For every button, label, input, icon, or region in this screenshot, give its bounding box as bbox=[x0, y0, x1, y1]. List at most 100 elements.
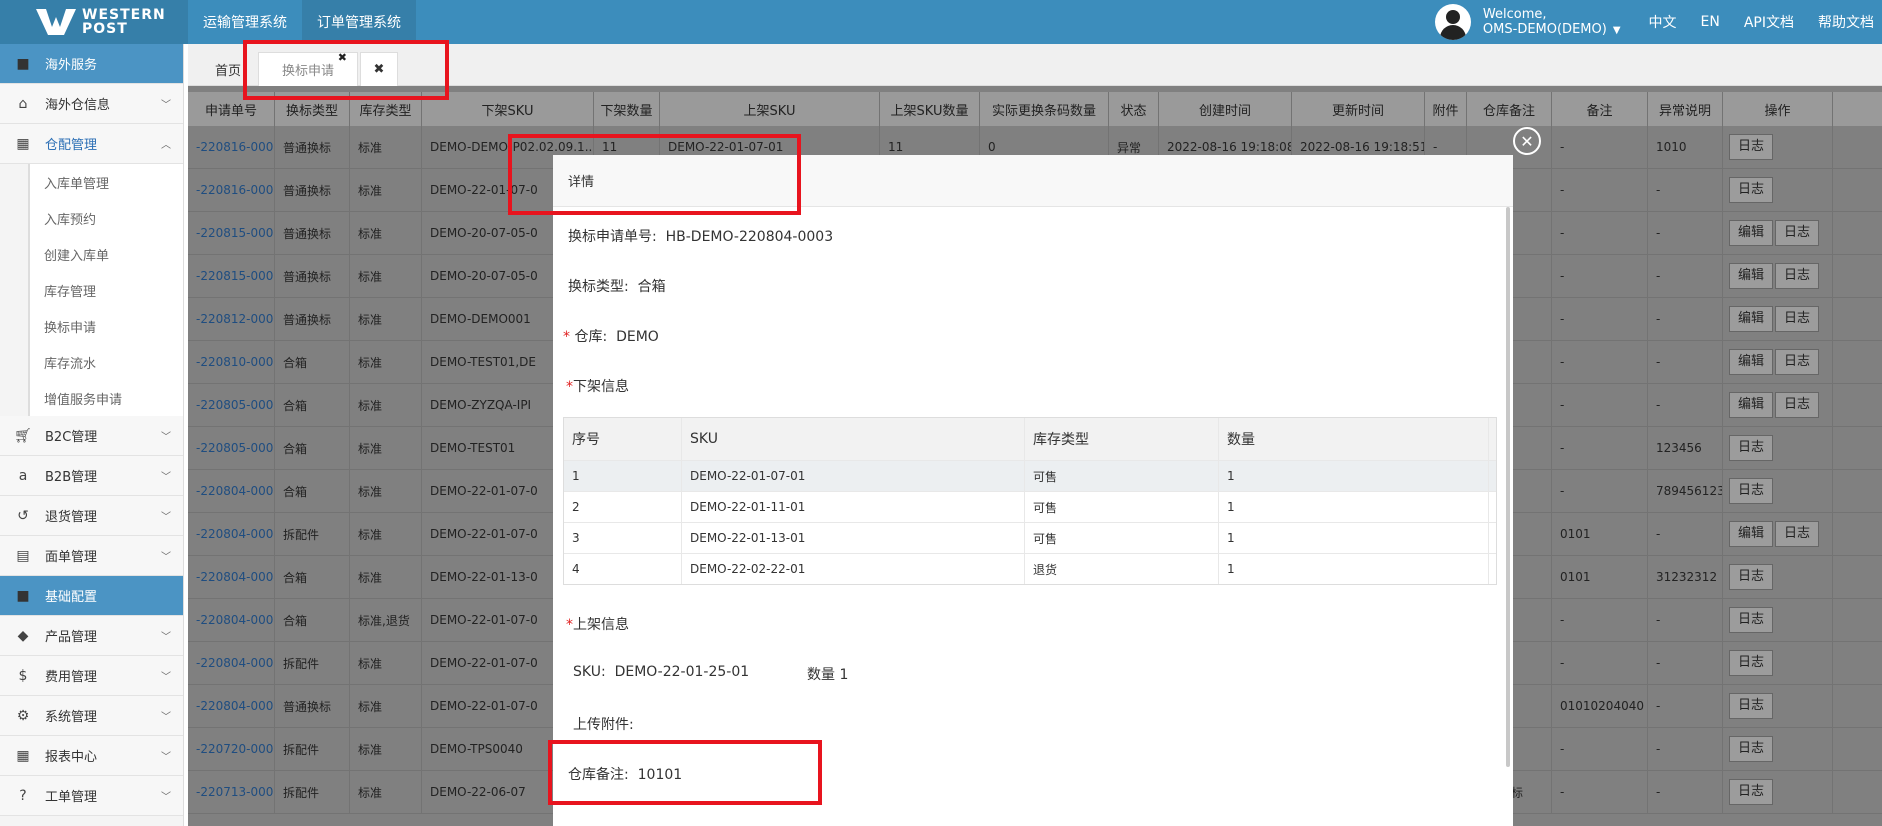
column-header: 上架SKU数量 bbox=[880, 92, 980, 126]
apply-no-link[interactable]: -220804-0002 bbox=[188, 642, 275, 684]
apply-no-link[interactable]: -220804-0005 bbox=[188, 513, 275, 555]
edit-button[interactable]: 编辑 bbox=[1729, 349, 1774, 375]
annotation-box-title bbox=[508, 134, 801, 215]
apply-no-link[interactable]: -220805-0001 bbox=[188, 427, 275, 469]
nav-transport[interactable]: 运输管理系统 bbox=[188, 0, 302, 44]
apply-no-link[interactable]: -220812-0001 bbox=[188, 298, 275, 340]
log-button[interactable]: 日志 bbox=[1729, 693, 1774, 719]
offshelf-column-header: SKU bbox=[682, 418, 1025, 460]
document-icon: ▤ bbox=[16, 547, 30, 564]
apply-no-link[interactable]: -220804-0006 bbox=[188, 470, 275, 512]
top-nav: 运输管理系统 订单管理系统 bbox=[188, 0, 416, 44]
sidebar-item-system[interactable]: ⚙ 系统管理 ﹀ bbox=[0, 696, 183, 736]
offshelf-row[interactable]: 2 DEMO-22-01-11-01 可售 1 bbox=[564, 491, 1496, 522]
table-cell: 0101 bbox=[1552, 513, 1648, 555]
modal-scrollbar[interactable] bbox=[1506, 207, 1510, 767]
apply-no-link[interactable]: -220713-0001 bbox=[188, 771, 275, 813]
logo[interactable]: WESTERN POST bbox=[0, 0, 188, 44]
sidebar-item-overseas-wh[interactable]: ⌂ 海外仓信息 ﹀ bbox=[0, 84, 183, 124]
sidebar-sub-inventory[interactable]: 库存管理 bbox=[28, 272, 183, 308]
table-cell: 日志 bbox=[1723, 771, 1833, 813]
log-button[interactable]: 日志 bbox=[1729, 650, 1774, 676]
logo-icon bbox=[36, 9, 76, 35]
edit-button[interactable]: 编辑 bbox=[1729, 521, 1774, 547]
edit-button[interactable]: 编辑 bbox=[1729, 263, 1774, 289]
sidebar-sub-value-added[interactable]: 增值服务申请 bbox=[28, 380, 183, 416]
sidebar-group-base-config[interactable]: ■ 基础配置 bbox=[0, 576, 183, 616]
home-icon: ⌂ bbox=[18, 95, 28, 112]
api-docs-link[interactable]: API文档 bbox=[1744, 12, 1794, 32]
log-button[interactable]: 日志 bbox=[1775, 521, 1820, 547]
sidebar-sub-inbound[interactable]: 入库单管理 bbox=[28, 164, 183, 200]
apply-no-link[interactable]: -220816-0002 bbox=[188, 126, 275, 168]
apply-no-link[interactable]: -220805-0002 bbox=[188, 384, 275, 426]
apply-no-link[interactable]: -220804-0001 bbox=[188, 685, 275, 727]
chevron-down-icon: ﹀ bbox=[161, 432, 171, 443]
detail-modal: 详情 换标申请单号: HB-DEMO-220804-0003 换标类型: 合箱 … bbox=[553, 155, 1513, 826]
lang-en-link[interactable]: EN bbox=[1701, 14, 1720, 30]
sidebar-item-tickets[interactable]: ? 工单管理 ﹀ bbox=[0, 776, 183, 816]
column-header: 上架SKU bbox=[660, 92, 880, 126]
offshelf-row[interactable]: 4 DEMO-22-02-22-01 退货 1 bbox=[564, 553, 1496, 584]
apply-no-link[interactable]: -220804-0003 bbox=[188, 599, 275, 641]
apply-no-link[interactable]: -220804-0004 bbox=[188, 556, 275, 598]
sidebar-sub-flow[interactable]: 库存流水 bbox=[28, 344, 183, 380]
table-cell: - bbox=[1648, 298, 1723, 340]
nav-order-management[interactable]: 订单管理系统 bbox=[302, 0, 416, 44]
sidebar-item-fees[interactable]: $ 费用管理 ﹀ bbox=[0, 656, 183, 696]
sidebar-item-wh-manage[interactable]: ▦ 仓配管理 ︿ bbox=[0, 124, 183, 164]
edit-button[interactable]: 编辑 bbox=[1729, 306, 1774, 332]
help-docs-link[interactable]: 帮助文档 bbox=[1818, 12, 1874, 32]
table-cell: 标准 bbox=[350, 126, 422, 168]
log-button[interactable]: 日志 bbox=[1729, 134, 1774, 160]
log-button[interactable]: 日志 bbox=[1775, 349, 1820, 375]
edit-button[interactable]: 编辑 bbox=[1729, 392, 1774, 418]
log-button[interactable]: 日志 bbox=[1729, 435, 1774, 461]
table-cell: 拆配件 bbox=[275, 728, 350, 770]
sidebar-sub-create-inbound[interactable]: 创建入库单 bbox=[28, 236, 183, 272]
log-button[interactable]: 日志 bbox=[1775, 220, 1820, 246]
table-cell: - bbox=[1648, 771, 1723, 813]
apply-no-link[interactable]: -220810-0001 bbox=[188, 341, 275, 383]
table-cell: 合箱 bbox=[275, 599, 350, 641]
log-button[interactable]: 日志 bbox=[1729, 564, 1774, 590]
offshelf-cell: DEMO-22-02-22-01 bbox=[682, 554, 1025, 584]
apply-no-link[interactable]: -220815-0002 bbox=[188, 255, 275, 297]
sidebar-item-returns[interactable]: ↺ 退货管理 ﹀ bbox=[0, 496, 183, 536]
apply-no-link[interactable]: -220815-0001 bbox=[188, 212, 275, 254]
log-button[interactable]: 日志 bbox=[1729, 779, 1774, 805]
log-button[interactable]: 日志 bbox=[1729, 736, 1774, 762]
user-menu[interactable]: Welcome, OMS-DEMO(DEMO) ▼ bbox=[1434, 4, 1621, 40]
column-header: 实际更换条码数量 bbox=[980, 92, 1109, 126]
modal-close-icon[interactable]: ✕ bbox=[1513, 127, 1541, 155]
log-button[interactable]: 日志 bbox=[1775, 263, 1820, 289]
apply-no-link[interactable]: -220816-0001 bbox=[188, 169, 275, 211]
sidebar-sub-relabel[interactable]: 换标申请 bbox=[28, 308, 183, 344]
sidebar-item-waybill[interactable]: ▤ 面单管理 ﹀ bbox=[0, 536, 183, 576]
offshelf-row[interactable]: 1 DEMO-22-01-07-01 可售 1 bbox=[564, 460, 1496, 491]
sidebar-item-products[interactable]: ◆ 产品管理 ﹀ bbox=[0, 616, 183, 656]
sidebar-sub-appointment[interactable]: 入库预约 bbox=[28, 200, 183, 236]
table-cell: - bbox=[1552, 599, 1648, 641]
edit-button[interactable]: 编辑 bbox=[1729, 220, 1774, 246]
sidebar-group-overseas[interactable]: ■ 海外服务 bbox=[0, 44, 183, 84]
table-icon: ▦ bbox=[16, 747, 30, 764]
table-cell: - bbox=[1552, 126, 1648, 168]
table-cell: 标准 bbox=[350, 384, 422, 426]
offshelf-row[interactable]: 3 DEMO-22-01-13-01 可售 1 bbox=[564, 522, 1496, 553]
log-button[interactable]: 日志 bbox=[1775, 306, 1820, 332]
sidebar-item-b2b[interactable]: a B2B管理 ﹀ bbox=[0, 456, 183, 496]
apply-no-link[interactable]: -220720-0001 bbox=[188, 728, 275, 770]
log-button[interactable]: 日志 bbox=[1729, 177, 1774, 203]
folder-icon: ■ bbox=[16, 587, 30, 604]
amazon-icon: a bbox=[18, 467, 28, 484]
sidebar-item-b2c[interactable]: 🛒︎ B2C管理 ﹀ bbox=[0, 416, 183, 456]
user-name: OMS-DEMO(DEMO) ▼ bbox=[1482, 21, 1621, 37]
log-button[interactable]: 日志 bbox=[1729, 478, 1774, 504]
sidebar-item-reports[interactable]: ▦ 报表中心 ﹀ bbox=[0, 736, 183, 776]
log-button[interactable]: 日志 bbox=[1729, 607, 1774, 633]
chevron-down-icon: ﹀ bbox=[161, 472, 171, 483]
question-icon: ? bbox=[19, 787, 27, 804]
lang-zh-link[interactable]: 中文 bbox=[1649, 12, 1677, 32]
log-button[interactable]: 日志 bbox=[1775, 392, 1820, 418]
